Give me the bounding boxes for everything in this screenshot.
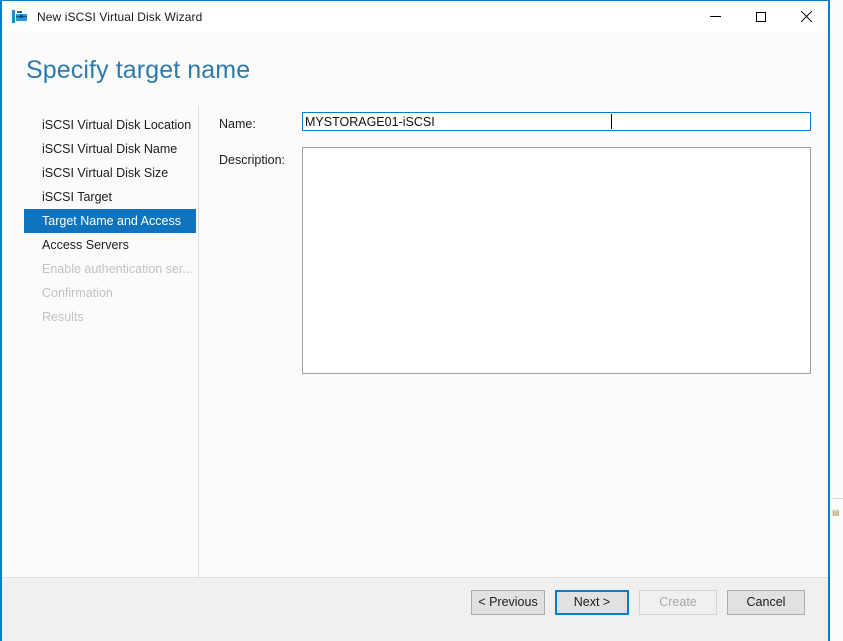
sidebar-item-iscsi-virtual-disk-name[interactable]: iSCSI Virtual Disk Name: [24, 137, 196, 161]
description-input[interactable]: [302, 147, 811, 374]
previous-button[interactable]: < Previous: [471, 590, 545, 615]
next-button[interactable]: Next >: [555, 590, 629, 615]
wizard-window: New iSCSI Virtual Disk Wizard Specify ta…: [0, 0, 830, 641]
name-input[interactable]: [302, 112, 811, 131]
screen-root: ▤ New iSCSI Virtual Disk Wizard Specify …: [0, 0, 843, 641]
footer-bar: < Previous Next > Create Cancel: [2, 577, 828, 641]
cancel-button[interactable]: Cancel: [727, 590, 805, 615]
sidebar-item-iscsi-virtual-disk-location[interactable]: iSCSI Virtual Disk Location: [24, 113, 196, 137]
sidebar-item-target-name-and-access[interactable]: Target Name and Access: [24, 209, 196, 233]
description-label: Description:: [219, 153, 285, 167]
name-label: Name:: [219, 117, 256, 131]
title-bar: New iSCSI Virtual Disk Wizard: [2, 1, 828, 32]
desktop-divider-line: [833, 498, 843, 499]
desktop-icon: ▤: [832, 508, 840, 517]
sidebar-item-enable-authentication-service: Enable authentication ser...: [42, 262, 193, 276]
wizard-toolbox-icon: [11, 8, 28, 25]
close-icon: [800, 11, 812, 23]
close-button[interactable]: [783, 1, 828, 32]
sidebar-item-confirmation: Confirmation: [42, 286, 113, 300]
form-panel: Name: Description:: [199, 101, 828, 578]
sidebar-item-iscsi-virtual-disk-size[interactable]: iSCSI Virtual Disk Size: [24, 161, 196, 185]
maximize-button[interactable]: [738, 1, 783, 32]
minimize-button[interactable]: [693, 1, 738, 32]
wizard-steps-nav: iSCSI Virtual Disk Location iSCSI Virtua…: [2, 113, 198, 329]
sidebar-item-iscsi-target[interactable]: iSCSI Target: [24, 185, 196, 209]
wizard-body: iSCSI Virtual Disk Location iSCSI Virtua…: [2, 101, 828, 578]
wizard-button-row: < Previous Next > Create Cancel: [471, 590, 805, 615]
text-caret: [611, 114, 612, 129]
minimize-icon: [710, 16, 721, 17]
maximize-icon: [755, 11, 766, 22]
page-title: Specify target name: [26, 56, 251, 84]
window-title: New iSCSI Virtual Disk Wizard: [37, 9, 203, 24]
window-controls: [693, 1, 828, 32]
create-button: Create: [639, 590, 717, 615]
desktop-background: [828, 0, 843, 641]
sidebar-item-access-servers[interactable]: Access Servers: [24, 233, 196, 257]
sidebar-item-results: Results: [42, 310, 84, 324]
